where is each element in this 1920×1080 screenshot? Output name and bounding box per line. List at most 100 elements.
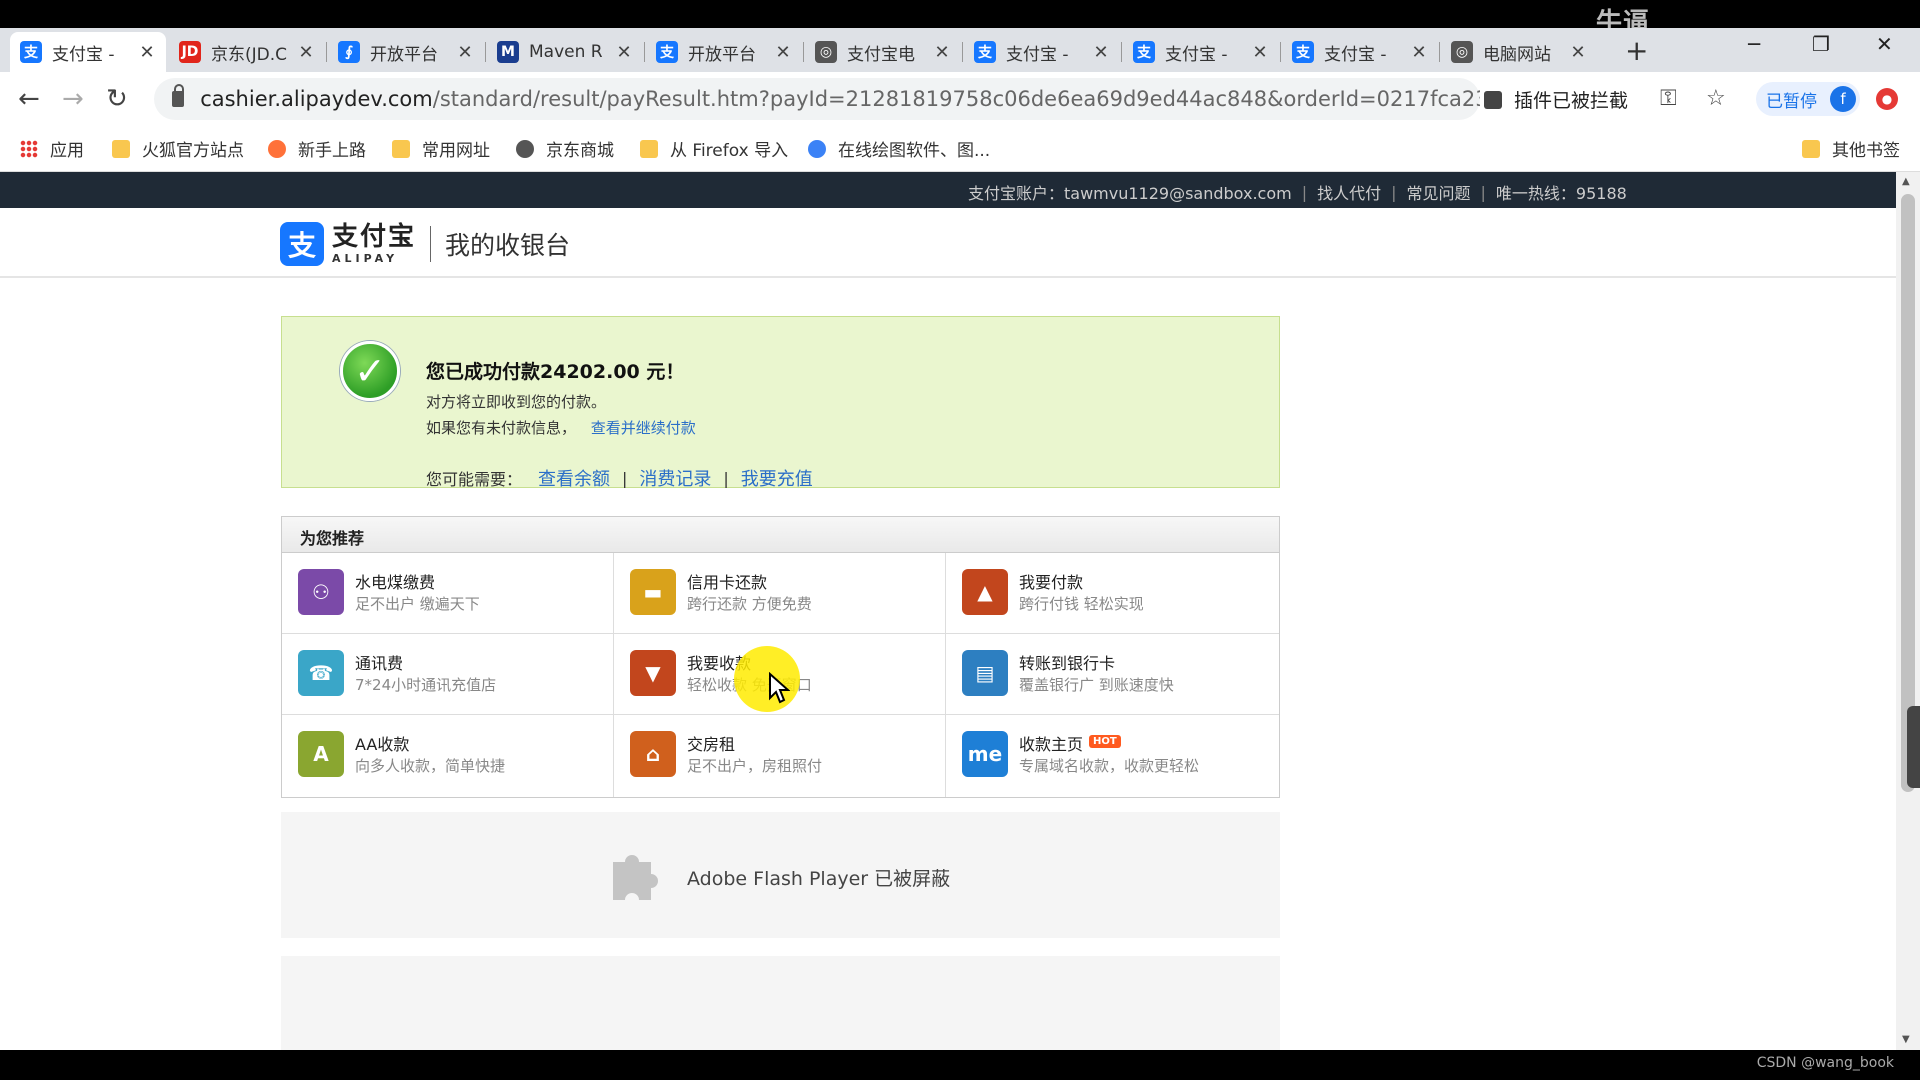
consumption-records-link[interactable]: 消费记录 [639, 465, 711, 491]
bookmark-label: 新手上路 [298, 141, 366, 161]
tab-close-icon[interactable]: ✕ [1092, 42, 1110, 63]
flash-blocked-placeholder[interactable]: Adobe Flash Player 已被屏蔽 [281, 812, 1280, 938]
tab-close-icon[interactable]: ✕ [456, 42, 474, 63]
puzzle-icon [1484, 90, 1502, 109]
scroll-down-icon[interactable]: ▼ [1902, 1034, 1910, 1045]
tab-title: Maven R [529, 42, 603, 62]
tab-close-icon[interactable]: ✕ [1569, 42, 1587, 63]
tab-separator [803, 42, 804, 62]
recommend-item-desc: 跨行还款 方便免费 [687, 595, 812, 613]
close-window-button[interactable]: ✕ [1876, 32, 1893, 56]
recommend-item-desc: 跨行付钱 轻松实现 [1019, 595, 1144, 613]
profile-avatar[interactable]: f [1830, 86, 1856, 112]
bookmark-item[interactable]: 从 Firefox 导入 [640, 136, 788, 161]
browser-tab[interactable]: 支支付宝 - ✕ [10, 32, 166, 72]
globe-icon: ◎ [815, 41, 837, 63]
empty-panel [281, 956, 1280, 1050]
browser-tab[interactable]: ◎ 支付宝电 ✕ [805, 32, 961, 72]
logo-en-text: ALIPAY [332, 252, 399, 265]
recommend-item[interactable]: ▤ 转账到银行卡 覆盖银行广 到账速度快 [946, 634, 1279, 715]
topbar-link-pay-for-me[interactable]: 找人代付 [1317, 180, 1381, 204]
tab-close-icon[interactable]: ✕ [297, 42, 315, 63]
tab-separator [1280, 42, 1281, 62]
bookmark-label: 在线绘图软件、图... [838, 141, 991, 161]
tab-close-icon[interactable]: ✕ [138, 42, 156, 63]
globe-icon: ◎ [1451, 41, 1473, 63]
plugin-blocked-indicator[interactable]: 插件已被拦截 [1484, 86, 1628, 113]
tab-close-icon[interactable]: ✕ [774, 42, 792, 63]
minimize-button[interactable]: ─ [1748, 32, 1760, 56]
recommend-item-name: AA收款 [355, 735, 410, 754]
address-input[interactable]: cashier.alipaydev.com /standard/result/p… [154, 78, 1480, 120]
side-drawer-handle[interactable] [1907, 706, 1920, 788]
alipay-icon: 支 [1133, 41, 1155, 63]
browser-tab[interactable]: ∮ 开放平台 ✕ [328, 32, 484, 72]
recommend-item-name: 水电煤缴费 [355, 573, 436, 592]
recommend-item[interactable]: me 收款主页 HOT 专属域名收款，收款更轻松 [946, 715, 1279, 797]
scroll-up-icon[interactable]: ▲ [1902, 176, 1910, 187]
top-black-strip: 牛逼 [0, 0, 1920, 38]
browser-tab[interactable]: JD 京东(JD.C ✕ [169, 32, 325, 72]
tab-close-icon[interactable]: ✕ [615, 42, 633, 63]
tab-separator [485, 42, 486, 62]
bookmark-label: 常用网址 [422, 141, 490, 161]
bookmark-item[interactable]: 在线绘图软件、图... [808, 136, 990, 161]
new-tab-button[interactable]: + [1625, 34, 1648, 67]
browser-tab[interactable]: ◎ 电脑网站 ✕ [1441, 32, 1597, 72]
top-up-link[interactable]: 我要充值 [741, 465, 813, 491]
bookmark-item[interactable]: 京东商城 [516, 136, 614, 161]
topbar-link-faq[interactable]: 常见问题 [1407, 180, 1471, 204]
tab-close-icon[interactable]: ✕ [1251, 42, 1269, 63]
recommend-item[interactable]: ▲ 我要付款 跨行付钱 轻松实现 [946, 553, 1279, 634]
puzzle-icon [613, 855, 658, 900]
recommend-item-name: 交房租 [687, 735, 736, 754]
tab-separator [326, 42, 327, 62]
back-icon[interactable]: ← [18, 84, 40, 114]
address-toolbar: ← → ↻ cashier.alipaydev.com /standard/re… [0, 72, 1920, 126]
tab-close-icon[interactable]: ✕ [933, 42, 951, 63]
alipay-logo[interactable]: 支 支付宝 ALIPAY 我的收银台 [280, 222, 570, 266]
lock-icon[interactable] [172, 84, 185, 107]
bookmark-item[interactable]: 常用网址 [392, 136, 490, 161]
tab-close-icon[interactable]: ✕ [1410, 42, 1428, 63]
view-continue-payment-link[interactable]: 查看并继续付款 [591, 419, 696, 437]
browser-tab[interactable]: M Maven R ✕ [487, 32, 643, 72]
tab-title: 支付宝 - [1324, 44, 1387, 65]
jd-icon: JD [179, 41, 201, 63]
recommend-item[interactable]: ⌂ 交房租 足不出户，房租照付 [614, 715, 946, 797]
recommend-heading: 为您推荐 [282, 517, 1279, 553]
page-scrollbar[interactable]: ▲ ▼ [1896, 172, 1920, 1050]
bookmark-item[interactable]: 应用 [20, 136, 84, 161]
folder-icon [392, 139, 410, 158]
receive-icon: ▼ [630, 650, 676, 696]
scroll-thumb[interactable] [1901, 194, 1915, 792]
maven-icon: M [497, 41, 519, 63]
recommend-item[interactable]: ⚇ 水电煤缴费 足不出户 缴遍天下 [282, 553, 614, 634]
browser-tab[interactable]: 支支付宝 - ✕ [964, 32, 1120, 72]
restore-button[interactable]: ❐ [1812, 32, 1830, 56]
star-icon[interactable]: ☆ [1706, 86, 1726, 111]
flash-blocked-text: Adobe Flash Player 已被屏蔽 [687, 868, 951, 890]
payment-success-panel: ✓ 您已成功付款24202.00 元！ 对方将立即收到您的付款。 如果您有未付款… [281, 316, 1280, 491]
bookmark-item[interactable]: 新手上路 [268, 136, 366, 161]
recommend-item[interactable]: ▬ 信用卡还款 跨行还款 方便免费 [614, 553, 946, 634]
bookmark-item[interactable]: 火狐官方站点 [112, 136, 244, 161]
folder-icon [112, 139, 130, 158]
alipay-icon: 支 [974, 41, 996, 63]
browser-tab[interactable]: 支支付宝 - ✕ [1123, 32, 1279, 72]
forward-icon[interactable]: → [62, 84, 84, 114]
folder-icon [640, 139, 658, 158]
recommend-item-desc: 覆盖银行广 到账速度快 [1019, 676, 1174, 694]
browser-tab[interactable]: 支支付宝 - ✕ [1282, 32, 1438, 72]
extension-icon[interactable]: ● [1876, 88, 1898, 110]
reload-icon[interactable]: ↻ [106, 84, 128, 114]
recommend-item[interactable]: ☎ 通讯费 7*24小时通讯充值店 [282, 634, 614, 715]
recommend-item[interactable]: A AA收款 向多人收款，简单快捷 [282, 715, 614, 797]
bookmark-other[interactable]: 其他书签 [1802, 136, 1900, 161]
phone-icon: ☎ [298, 650, 344, 696]
view-balance-link[interactable]: 查看余额 [538, 465, 610, 491]
site-header: 支 支付宝 ALIPAY 我的收银台 [0, 208, 1896, 278]
bookmark-label: 其他书签 [1832, 141, 1900, 161]
browser-tab[interactable]: 支开放平台 ✕ [646, 32, 802, 72]
key-icon[interactable]: ⚿ [1660, 86, 1677, 111]
